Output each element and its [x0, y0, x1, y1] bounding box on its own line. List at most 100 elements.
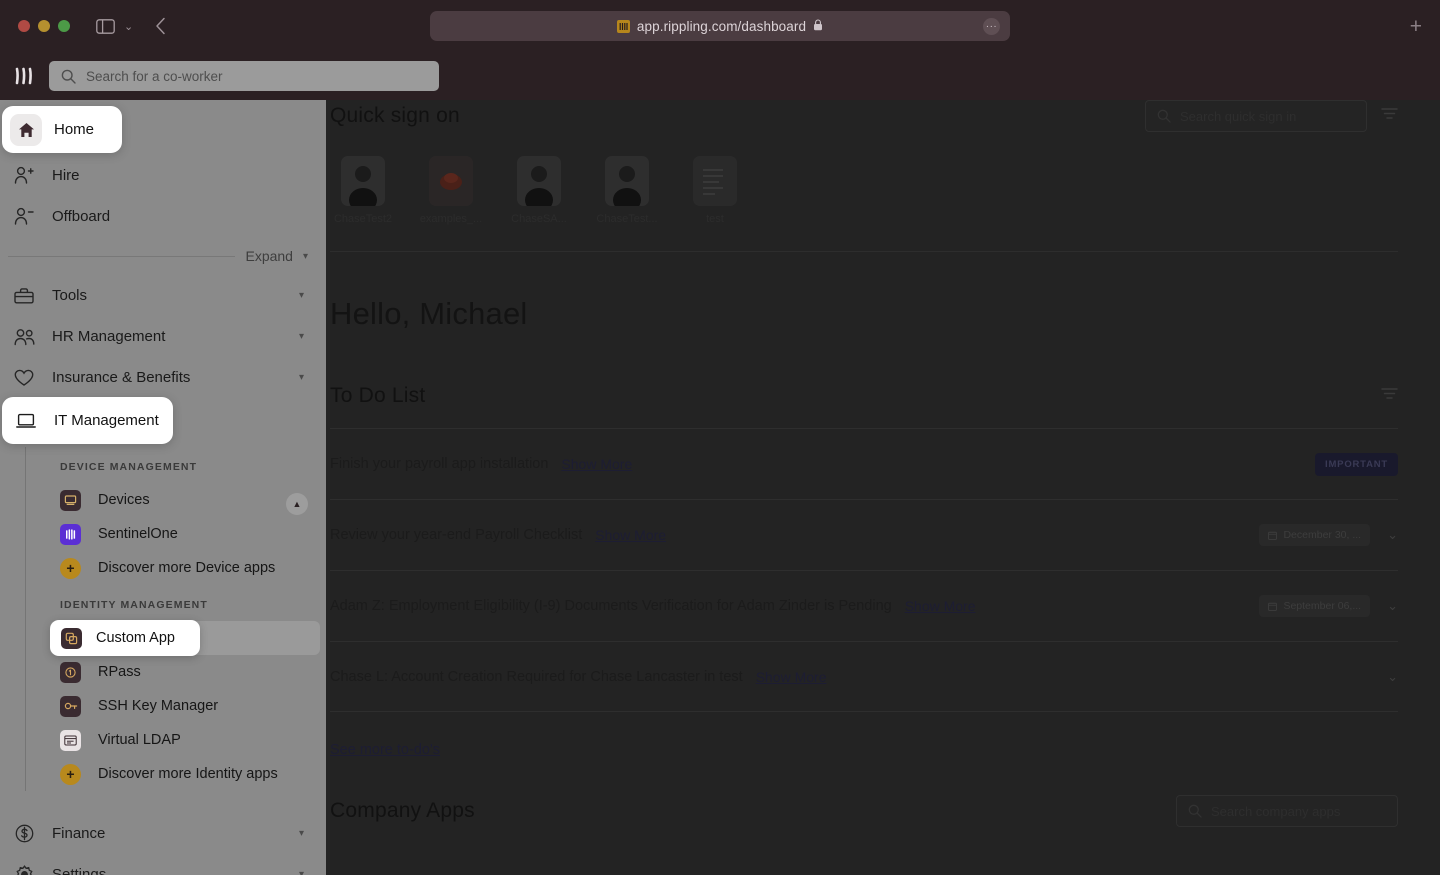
app-label: test	[706, 213, 724, 225]
sidebar-item-settings[interactable]: Settings ▾	[0, 854, 326, 875]
sidebar-item-rpass[interactable]: RPass	[0, 655, 326, 689]
search-placeholder: Search for a co-worker	[86, 68, 223, 84]
sidebar-item-label: Custom App	[96, 630, 175, 646]
sidebar-item-custom-app[interactable]: Custom App	[50, 620, 200, 656]
collapse-it-management-button[interactable]: ▲	[286, 493, 308, 515]
close-window-button[interactable]	[18, 20, 30, 32]
todo-label: Finish your payroll app installation	[330, 456, 549, 472]
rippling-logo[interactable]	[13, 63, 39, 89]
todo-text-wrap: Chase L: Account Creation Required for C…	[330, 669, 827, 685]
todo-meta: ⌄	[1387, 669, 1398, 685]
quick-sign-in-search-input[interactable]: Search quick sign in	[1145, 100, 1367, 132]
sidebar-item-discover-identity-apps[interactable]: + Discover more Identity apps	[0, 757, 326, 791]
home-icon	[10, 113, 42, 146]
todo-row[interactable]: Review your year-end Payroll Checklist S…	[330, 499, 1398, 570]
filter-icon[interactable]	[1381, 107, 1398, 125]
todo-label: Adam Z: Employment Eligibility (I-9) Doc…	[330, 598, 892, 614]
sidebar-item-ssh-key-manager[interactable]: SSH Key Manager	[0, 689, 326, 723]
chevron-down-icon: ▾	[298, 869, 304, 875]
show-more-link[interactable]: Show More	[756, 669, 827, 685]
due-date-text: December 30, ...	[1283, 529, 1362, 541]
browser-window: ⌄ app.rippling.com/dashboard ··· + Searc…	[0, 0, 1440, 875]
todo-row[interactable]: Adam Z: Employment Eligibility (I-9) Doc…	[330, 570, 1398, 641]
show-more-link[interactable]: Show More	[595, 527, 666, 543]
page-menu-button[interactable]: ···	[983, 18, 1000, 35]
expand-row-icon[interactable]: ⌄	[1387, 669, 1398, 685]
todo-list-header: To Do List	[330, 384, 1440, 408]
app-label: ChaseTest...	[596, 213, 658, 225]
todo-row[interactable]: Chase L: Account Creation Required for C…	[330, 641, 1398, 712]
quick-sign-on-title: Quick sign on	[330, 104, 460, 127]
sidebar-item-virtual-ldap[interactable]: Virtual LDAP	[0, 723, 326, 757]
back-button[interactable]	[155, 17, 166, 35]
sidebar-item-hire[interactable]: Hire	[0, 155, 326, 196]
sidebar-item-label: Settings	[52, 866, 107, 875]
sidebar-item-it-management[interactable]: IT Management	[2, 397, 173, 444]
sidebar-item-discover-device-apps[interactable]: + Discover more Device apps	[0, 551, 326, 585]
dollar-circle-icon	[10, 824, 38, 843]
app-label: ChaseSA...	[511, 213, 567, 225]
quick-app-tile[interactable]: ChaseSA...	[506, 156, 572, 225]
app-thumbnail	[341, 156, 385, 206]
expand-row-icon[interactable]: ⌄	[1387, 527, 1398, 543]
quick-app-tile[interactable]: ChaseTest...	[594, 156, 660, 225]
quick-sign-on-apps: ChaseTest2 examples_... ChaseSA... Chase…	[330, 156, 1440, 225]
company-apps-search-input[interactable]: Search company apps	[1176, 795, 1398, 827]
sidebar-item-label: IT Management	[54, 412, 159, 429]
show-more-link[interactable]: Show More	[561, 456, 632, 472]
gear-icon	[10, 865, 38, 875]
window-traffic-lights[interactable]	[18, 20, 70, 32]
sidebar-item-devices[interactable]: Devices	[0, 483, 326, 517]
navigation-sidebar: Home spacer Hire Offboard Expa	[0, 100, 326, 875]
todo-row[interactable]: Finish your payroll app installation Sho…	[330, 428, 1398, 499]
sidebar-item-label: SSH Key Manager	[98, 698, 219, 714]
plus-circle-icon: +	[60, 763, 81, 785]
sidebar-item-finance[interactable]: Finance ▾	[0, 813, 326, 854]
quick-app-tile[interactable]: examples_...	[418, 156, 484, 225]
app-label: ChaseTest2	[333, 213, 393, 225]
chevron-down-icon: ▾	[298, 331, 304, 342]
app-label: examples_...	[419, 213, 483, 225]
quick-app-tile[interactable]: test	[682, 156, 748, 225]
sidebar-item-label: Offboard	[52, 208, 111, 225]
lock-icon	[813, 18, 823, 34]
filter-icon[interactable]	[1381, 387, 1398, 405]
sidebar-item-sentinelone[interactable]: SentinelOne	[0, 517, 326, 551]
search-input[interactable]: Search for a co-worker	[49, 61, 439, 91]
sidebar-item-offboard[interactable]: Offboard	[0, 196, 326, 237]
sidebar-item-label: Insurance & Benefits	[52, 369, 191, 386]
monitor-app-icon	[60, 489, 81, 511]
sidebar-item-insurance-benefits[interactable]: Insurance & Benefits ▾	[0, 357, 326, 398]
see-more-todos-link[interactable]: See more to-do's	[330, 742, 440, 758]
sidebar-item-label: Hire	[52, 167, 80, 184]
company-apps-title: Company Apps	[330, 799, 475, 822]
new-tab-button[interactable]: +	[1410, 16, 1422, 37]
minimize-window-button[interactable]	[38, 20, 50, 32]
todo-label: Review your year-end Payroll Checklist	[330, 527, 583, 543]
company-apps-placeholder: Search company apps	[1211, 803, 1341, 819]
sidebar-item-home[interactable]: Home	[2, 106, 122, 153]
todo-text-wrap: Finish your payroll app installation Sho…	[330, 456, 632, 472]
due-date-text: September 06,...	[1283, 600, 1362, 612]
show-more-link[interactable]: Show More	[905, 598, 976, 614]
todo-meta: December 30, ... ⌄	[1259, 524, 1398, 546]
sidebar-item-label: Virtual LDAP	[98, 732, 181, 748]
quick-sign-on-header: Quick sign on Search quick sign in	[330, 100, 1440, 132]
app-thumbnail	[693, 156, 737, 206]
sidebar-item-hr-management[interactable]: HR Management ▾	[0, 316, 326, 357]
expand-row-icon[interactable]: ⌄	[1387, 598, 1398, 614]
quick-app-tile[interactable]: ChaseTest2	[330, 156, 396, 225]
maximize-window-button[interactable]	[58, 20, 70, 32]
heart-icon	[10, 369, 38, 387]
chevron-down-icon: ▾	[302, 250, 308, 262]
custom-app-icon	[61, 627, 82, 649]
section-divider	[330, 251, 1398, 252]
sidebar-toggle-icon[interactable]	[96, 18, 115, 34]
sidebar-expand-toggle[interactable]: Expand ▾	[0, 237, 326, 275]
app-thumbnail	[605, 156, 649, 206]
address-bar[interactable]: app.rippling.com/dashboard ···	[430, 11, 1010, 41]
key-app-icon	[60, 695, 81, 717]
sidebar-item-tools[interactable]: Tools ▾	[0, 275, 326, 316]
chevron-down-icon[interactable]: ⌄	[124, 20, 133, 33]
chevron-down-icon: ▾	[298, 828, 304, 839]
